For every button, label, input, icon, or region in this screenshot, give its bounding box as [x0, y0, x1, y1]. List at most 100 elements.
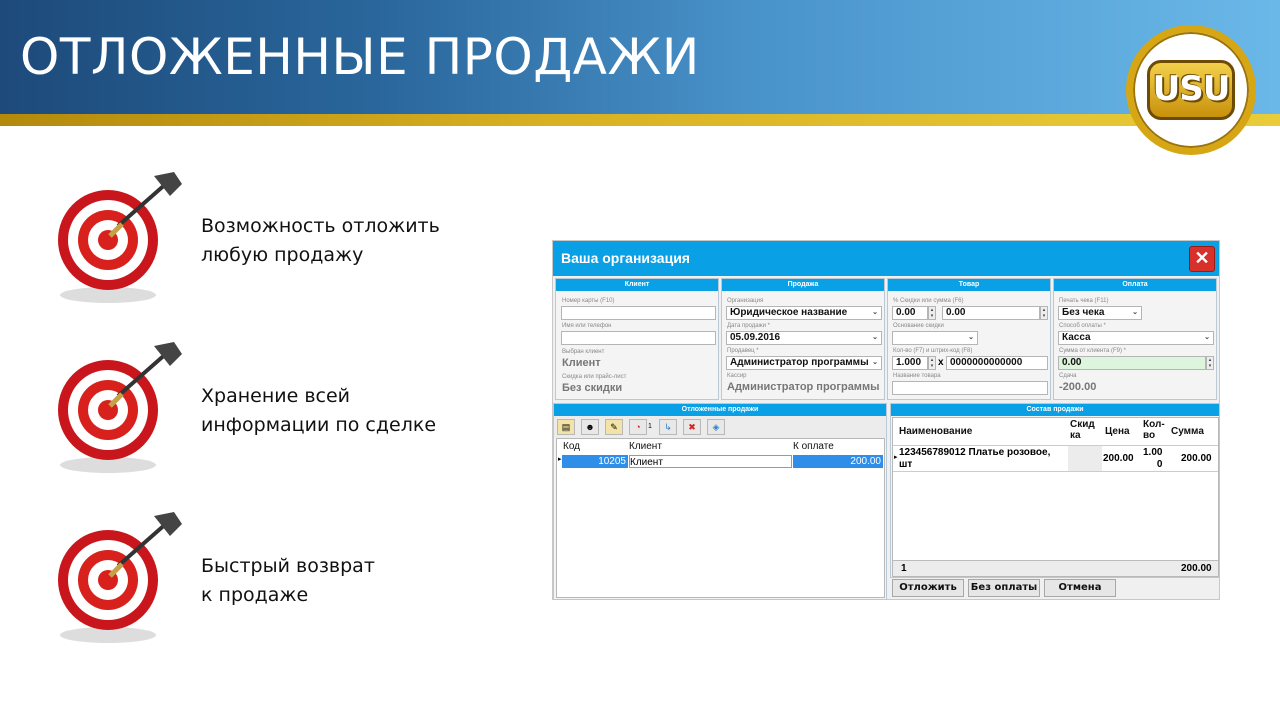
discount-reason-select[interactable]: ⌄: [892, 331, 978, 345]
selected-client-value: Клиент: [562, 357, 601, 369]
seller-label: Продавец *: [727, 348, 759, 354]
feature-item: Возможность отложить любую продажу: [50, 170, 470, 320]
slide-title: ОТЛОЖЕННЫЕ ПРОДАЖИ: [20, 28, 700, 86]
panel-header: Отложенные продажи: [554, 404, 886, 416]
column-sum: Сумма: [1171, 426, 1204, 437]
column-price: Цена: [1105, 426, 1130, 437]
change-value: -200.00: [1059, 381, 1097, 393]
feature-item: Хранение всей информации по сделке: [50, 340, 470, 490]
cashier-label: Кассир: [727, 373, 747, 379]
chevron-down-icon: ⌄: [872, 309, 878, 316]
column-discount: Скид ка: [1070, 419, 1095, 441]
cell-discount: [1068, 446, 1102, 471]
date-label: Дата продажи *: [727, 323, 770, 329]
table-row[interactable]: ▸ 123456789012 Платье розовое, шт 200.00…: [893, 445, 1218, 472]
client-amount-stepper[interactable]: ▴ ▾: [1206, 356, 1214, 370]
name-label: Имя или телефон: [562, 323, 612, 329]
deferred-sales-panel: Отложенные продажи ▤ ☻ ✎ ◔ 1 ↳ ✖ ◈ Код К…: [553, 403, 887, 600]
organization-select[interactable]: Юридическое название ⌄: [726, 306, 882, 320]
cancel-button[interactable]: Отмена: [1044, 579, 1116, 597]
delete-icon[interactable]: ✖: [683, 419, 701, 435]
receipt-print-select[interactable]: Без чека ⌄: [1058, 306, 1142, 320]
feature-line1: Возможность отложить: [201, 215, 440, 237]
feature-line2: информации по сделке: [201, 414, 437, 436]
attachment-icon[interactable]: ◈: [707, 419, 725, 435]
card-number-input[interactable]: [561, 306, 716, 320]
column-qty: Кол- во: [1143, 419, 1165, 441]
sale-date-value: 05.09.2016: [730, 332, 781, 343]
feature-line2: любую продажу: [201, 244, 364, 266]
payment-panel: Оплата Печать чека (F11) Без чека ⌄ Спосо…: [1053, 278, 1217, 400]
deferred-sales-table: Код Клиент К оплате ▸ 10205 Клиент 200.0…: [556, 438, 885, 598]
barcode-input[interactable]: 0000000000000: [946, 356, 1048, 370]
return-arrow-icon[interactable]: ↳: [659, 419, 677, 435]
discount-sum-stepper[interactable]: ▴ ▾: [1040, 306, 1048, 320]
cell-client: Клиент: [629, 455, 792, 468]
goods-name-input[interactable]: [892, 381, 1048, 395]
panel-header: Состав продажи: [891, 404, 1219, 416]
panel-header: Оплата: [1054, 279, 1216, 291]
deferred-count: 1: [648, 423, 652, 430]
qty-label: Кол-во (F7) и штрих-код (F8): [893, 348, 973, 354]
sales-window: Ваша организация ✕ Клиент Номер карты (F…: [552, 240, 1220, 600]
name-phone-input[interactable]: [561, 331, 716, 345]
panel-header: Продажа: [722, 279, 884, 291]
card-label: Номер карты (F10): [562, 298, 615, 304]
target-icon: [58, 172, 182, 303]
sale-panel: Продажа Организация Юридическое название…: [721, 278, 885, 400]
client-panel: Клиент Номер карты (F10) Имя или телефон…: [555, 278, 719, 400]
cell-amount: 200.00: [793, 455, 883, 468]
chevron-down-icon: ⌄: [1132, 309, 1138, 316]
goods-discount-label: % Скидки или сумма (F6): [893, 298, 964, 304]
close-icon[interactable]: ✕: [1189, 246, 1215, 272]
quantity-stepper[interactable]: ▴ ▾: [928, 356, 936, 370]
quantity-input[interactable]: 1.000: [892, 356, 928, 370]
feature-line2: к продаже: [201, 584, 309, 606]
total-sum: 200.00: [1181, 563, 1212, 574]
logo-badge: USU: [1147, 60, 1235, 120]
reason-label: Основание скидки: [893, 323, 944, 329]
defer-button[interactable]: Отложить: [892, 579, 964, 597]
goods-panel: Товар % Скидки или сумма (F6) 0.00 ▴ ▾ 0.…: [887, 278, 1051, 400]
composition-table: Наименование Скид ка Цена Кол- во Сумма …: [892, 417, 1219, 577]
feature-line1: Хранение всей: [201, 385, 351, 407]
discount-sum-input[interactable]: 0.00: [942, 306, 1040, 320]
organization-value: Юридическое название: [730, 307, 848, 318]
seller-select[interactable]: Администратор программы ⌄: [726, 356, 882, 370]
no-payment-button[interactable]: Без оплаты: [968, 579, 1040, 597]
panel-header: Товар: [888, 279, 1050, 291]
edit-icon[interactable]: ✎: [605, 419, 623, 435]
cell-qty: 1.00 0: [1143, 447, 1163, 470]
column-code: Код: [563, 441, 581, 452]
sale-date-select[interactable]: 05.09.2016 ⌄: [726, 331, 882, 345]
receipt-print-value: Без чека: [1062, 307, 1105, 318]
discount-value: Без скидки: [562, 382, 623, 394]
chevron-down-icon: ⌄: [872, 334, 878, 341]
column-amount: К оплате: [793, 441, 834, 452]
window-title: Ваша организация: [561, 250, 690, 266]
selected-client-label: Выбран клиент: [562, 349, 605, 355]
deferred-toolbar: ▤ ☻ ✎ ◔ 1 ↳ ✖ ◈: [554, 416, 886, 438]
row-pointer-icon: ▸: [894, 454, 898, 461]
total-count: 1: [901, 563, 907, 574]
column-name: Наименование: [899, 426, 973, 437]
cell-price: 200.00: [1103, 453, 1134, 464]
discount-label: Скидка или прайс-лист: [562, 374, 627, 380]
discount-percent-input[interactable]: 0.00: [892, 306, 928, 320]
client-amount-input[interactable]: 0.00: [1058, 356, 1206, 370]
client-icon[interactable]: ☻: [581, 419, 599, 435]
window-titlebar: Ваша организация ✕: [553, 241, 1219, 276]
discount-percent-stepper[interactable]: ▴ ▾: [928, 306, 936, 320]
cell-name: 123456789012 Платье розовое, шт: [899, 447, 1051, 470]
target-icon: [58, 512, 182, 643]
clock-icon[interactable]: ◔: [629, 419, 647, 435]
cell-code: 10205: [562, 455, 628, 468]
usu-logo: USU: [1126, 25, 1256, 155]
seller-value: Администратор программы: [730, 357, 869, 368]
table-row[interactable]: ▸ 10205 Клиент 200.00: [557, 455, 884, 469]
payment-method-select[interactable]: Касса ⌄: [1058, 331, 1214, 345]
goods-name-label: Название товара: [893, 373, 941, 379]
slide: ОТЛОЖЕННЫЕ ПРОДАЖИ USU Возможность отлож…: [0, 0, 1280, 720]
add-sale-icon[interactable]: ▤: [557, 419, 575, 435]
cell-sum: 200.00: [1181, 453, 1212, 464]
